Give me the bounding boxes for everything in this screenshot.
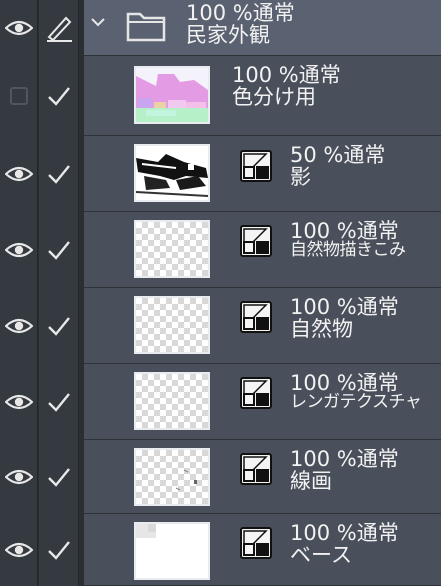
layer-name-label: 民家外観 <box>186 23 270 48</box>
layer-opacity-label: 100 %通常 <box>186 1 295 25</box>
layer-opacity-label: 100 %通常 <box>232 63 341 87</box>
layer-name-label: レンガテクスチャ <box>290 392 422 413</box>
layer-opacity-label: 50 %通常 <box>290 143 386 167</box>
visibility-eye-icon[interactable] <box>4 19 33 37</box>
check-icon[interactable] <box>46 391 72 413</box>
layer-row[interactable]: 100 %通常 自然物 <box>0 288 441 364</box>
layer-name-label: 自然物 <box>290 317 353 342</box>
layer-opacity-label: 100 %通常 <box>290 219 399 243</box>
layer-row[interactable]: 100 %通常 レンガテクスチャ <box>0 364 441 440</box>
layer-thumbnail <box>134 372 210 430</box>
layer-row[interactable]: 100 %通常 ベース <box>0 514 441 586</box>
visibility-eye-icon[interactable] <box>4 241 33 259</box>
visibility-eye-icon[interactable] <box>4 317 33 335</box>
layer-thumbnail <box>134 522 210 580</box>
layer-name-label: ベース <box>290 543 352 568</box>
layer-opacity-label: 100 %通常 <box>290 447 399 471</box>
layer-mask-icon[interactable] <box>240 225 272 257</box>
check-icon[interactable] <box>46 163 72 185</box>
folder-icon <box>126 8 166 42</box>
pen-edit-icon[interactable] <box>44 13 74 43</box>
check-icon[interactable] <box>46 239 72 261</box>
layer-thumbnail <box>134 144 210 202</box>
layer-mask-icon[interactable] <box>240 453 272 485</box>
visibility-eye-icon[interactable] <box>4 468 33 486</box>
layer-mask-icon[interactable] <box>240 377 272 409</box>
layer-name-label: 色分け用 <box>232 85 316 110</box>
layer-row[interactable]: 50 %通常 影 <box>0 136 441 212</box>
check-icon[interactable] <box>46 466 72 488</box>
layer-thumbnail <box>134 448 210 506</box>
layer-panel: 100 %通常 民家外観 100 %通常 色分け用 50 %通常 影 100 %… <box>0 0 441 586</box>
layer-row-folder[interactable]: 100 %通常 民家外観 <box>0 0 441 56</box>
check-icon[interactable] <box>46 315 72 337</box>
visibility-off-icon[interactable] <box>8 85 30 107</box>
chevron-down-icon[interactable] <box>90 14 106 30</box>
layer-thumbnail <box>134 66 210 124</box>
layer-name-label: 影 <box>290 165 311 190</box>
layer-row[interactable]: 100 %通常 線画 <box>0 440 441 514</box>
layer-thumbnail <box>134 220 210 278</box>
check-icon[interactable] <box>46 539 72 561</box>
visibility-eye-icon[interactable] <box>4 541 33 559</box>
check-icon[interactable] <box>46 85 72 107</box>
layer-row[interactable]: 100 %通常 自然物描きこみ <box>0 212 441 288</box>
layer-opacity-label: 100 %通常 <box>290 295 399 319</box>
layer-name-label: 自然物描きこみ <box>290 240 406 261</box>
layer-name-label: 線画 <box>290 469 332 494</box>
layer-mask-icon[interactable] <box>240 527 272 559</box>
visibility-eye-icon[interactable] <box>4 393 33 411</box>
layer-opacity-label: 100 %通常 <box>290 521 399 545</box>
layer-thumbnail <box>134 296 210 354</box>
layer-row[interactable]: 100 %通常 色分け用 <box>0 56 441 136</box>
layer-opacity-label: 100 %通常 <box>290 371 399 395</box>
layer-mask-icon[interactable] <box>240 150 272 182</box>
layer-mask-icon[interactable] <box>240 301 272 333</box>
visibility-eye-icon[interactable] <box>4 165 33 183</box>
